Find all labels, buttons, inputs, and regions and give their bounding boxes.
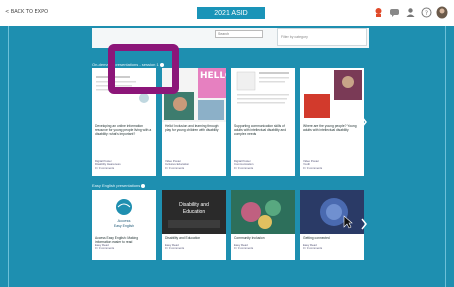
- profile-icon[interactable]: [404, 6, 416, 19]
- card-comments: 0 / 0 comments: [303, 246, 323, 251]
- card-meta: Easy Read 0 / 0 comments: [303, 243, 361, 251]
- card-comments: 0 / 0 comments: [234, 165, 254, 170]
- conference-title: 2021 ASID Conference: [196, 6, 266, 31]
- card-title: Supporting communication skills of adult…: [234, 124, 287, 136]
- easy-card-1[interactable]: Access Easy English Access Easy English:…: [92, 190, 156, 260]
- card-meta: Video Poster Inclusive Education 0 / 0 c…: [165, 159, 223, 170]
- filter-box[interactable]: Filter by category: [277, 28, 367, 46]
- card-comments: 0 / 0 comments: [165, 165, 185, 170]
- card-comments: 0 / 0 comments: [234, 246, 254, 251]
- section-label-2: Easy English presentations: [92, 183, 146, 188]
- card-meta: Digital Poster Disability Awareness 0 / …: [95, 159, 153, 170]
- info-icon[interactable]: [141, 183, 146, 188]
- back-to-expo-link[interactable]: < BACK TO EXPO: [5, 9, 48, 15]
- award-icon[interactable]: [372, 6, 384, 19]
- card-meta: Digital Poster Communication 0 / 0 comme…: [234, 159, 292, 170]
- card-title: Getting connected: [303, 236, 330, 240]
- svg-text:?: ?: [424, 10, 427, 17]
- card-title: Hello! Inclusion and learning through pl…: [165, 124, 219, 132]
- expo-main-area: [0, 26, 454, 287]
- chat-icon[interactable]: [388, 6, 400, 19]
- card-meta: Easy Read 0 / 0 comments: [165, 243, 223, 251]
- easy-card-3[interactable]: Community Inclusion Easy Read 0 / 0 comm…: [231, 190, 295, 260]
- highlight-annotation: [108, 44, 179, 94]
- easy-card-4[interactable]: Getting connected Easy Read 0 / 0 commen…: [300, 190, 364, 260]
- card-comments: 0 / 0 comments: [95, 246, 115, 251]
- card-thumbnail: [300, 68, 364, 122]
- poster-card-4[interactable]: Where are the young people? Young adults…: [300, 68, 364, 176]
- svg-text:Education: Education: [183, 209, 205, 215]
- card-meta: Video Poster Youth 0 / 0 comments: [303, 159, 361, 170]
- chevron-right-icon[interactable]: [359, 114, 369, 130]
- top-icons: ?: [372, 6, 448, 19]
- card-title: Community Inclusion: [234, 236, 265, 240]
- svg-text:Disability and: Disability and: [179, 202, 209, 208]
- card-thumbnail: [300, 190, 364, 234]
- card-title: Where are the young people? Young adults…: [303, 124, 357, 132]
- top-bar: < BACK TO EXPO 2021 ASID Conference ?: [0, 0, 454, 31]
- card-meta: Easy Read 0 / 0 comments: [95, 243, 153, 251]
- section-2-title: Easy English presentations: [92, 183, 141, 188]
- card-thumbnail: [231, 68, 295, 122]
- card-comments: 0 / 0 comments: [165, 246, 185, 251]
- card-title: Developing an online information resourc…: [95, 124, 152, 136]
- svg-text:Easy English: Easy English: [114, 224, 134, 228]
- poster-card-3[interactable]: Supporting communication skills of adult…: [231, 68, 295, 176]
- avatar[interactable]: [436, 6, 448, 19]
- card-title: Disability and Education: [165, 236, 201, 240]
- card-comments: 0 / 0 comments: [95, 165, 115, 170]
- chevron-right-icon[interactable]: [359, 216, 369, 232]
- easy-card-2[interactable]: Disability and Education Disability and …: [162, 190, 226, 260]
- card-meta: Easy Read 0 / 0 comments: [234, 243, 292, 251]
- help-icon[interactable]: ?: [420, 6, 432, 19]
- card-comments: 0 / 0 comments: [303, 165, 323, 170]
- card-thumbnail: Disability and Education: [162, 190, 226, 234]
- mouse-cursor-icon: [343, 214, 353, 230]
- hello-text: HELLO: [200, 71, 226, 81]
- search-input[interactable]: Search: [215, 30, 263, 38]
- card-thumbnail: [231, 190, 295, 234]
- svg-text:Access: Access: [118, 218, 131, 223]
- card-thumbnail: Access Easy English: [92, 190, 156, 234]
- main-frame: [8, 26, 446, 287]
